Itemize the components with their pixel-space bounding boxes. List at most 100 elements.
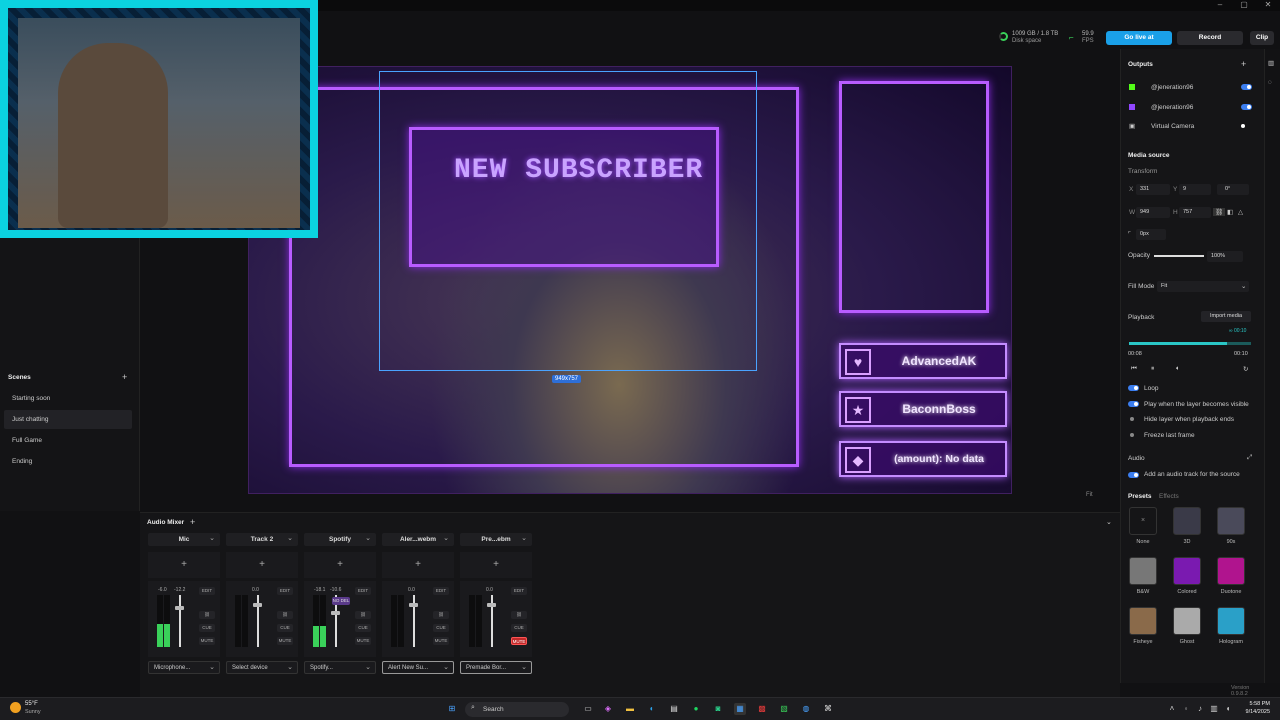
minimize-icon[interactable]: – [1208,0,1232,11]
add-filter-button[interactable]: + [304,552,376,578]
add-scene-button[interactable]: + [122,372,127,382]
loop-toggle[interactable] [1128,385,1139,391]
edit-button[interactable]: EDIT [199,587,215,595]
radius-field[interactable]: 0px [1136,229,1166,240]
presets-tab[interactable]: Presets [1128,493,1152,500]
scene-item[interactable]: Full Game [4,431,132,450]
cue-button[interactable]: CUE [511,624,527,632]
edge-icon[interactable]: ◐ [646,703,658,715]
import-media-button[interactable]: Import media [1201,311,1251,322]
scene-item[interactable]: Ending [4,452,132,471]
chevron-down-icon[interactable]: ⌄ [443,534,449,542]
chevron-down-icon[interactable]: ⌄ [287,534,293,542]
link-icon[interactable]: ⛓ [277,611,293,619]
app-icon[interactable]: ◙ [712,703,724,715]
camera-status-dot[interactable] [1241,124,1245,128]
add-filter-button[interactable]: + [148,552,220,578]
preset-thumbnail[interactable] [1129,607,1157,635]
output-toggle[interactable] [1241,84,1252,90]
app-icon-red[interactable]: ▩ [756,703,768,715]
height-field[interactable]: 757 [1179,207,1211,218]
volume-icon[interactable]: 🔈︎ [1176,365,1180,373]
edit-button[interactable]: EDIT [355,587,371,595]
panel-icon[interactable]: ▥ [1268,59,1274,67]
mute-button[interactable]: MUTE [199,637,215,645]
chevron-down-icon[interactable]: ⌄ [209,534,215,542]
pause-icon[interactable]: ⏸ [1151,365,1154,373]
chevron-down-icon[interactable]: ⌄ [365,534,371,542]
fit-dropdown[interactable]: Fit [1086,492,1093,498]
link-icon[interactable]: ⛓ [355,611,371,619]
cue-button[interactable]: CUE [355,624,371,632]
fill-mode-select[interactable]: Fit [1157,281,1249,292]
loop-icon[interactable]: ↻ [1243,365,1248,373]
selection-box[interactable] [379,71,757,371]
collapse-mixer-icon[interactable]: ⌄ [1106,518,1112,526]
fader-knob[interactable] [175,606,184,611]
start-icon[interactable]: ⊞ [446,703,458,715]
mute-button[interactable]: MUTE [277,637,293,645]
preset-thumbnail[interactable] [1173,507,1201,535]
preview-canvas[interactable]: NEW SUBSCRIBER ♥ AdvancedAK ★ BaconnBoss ◆… [248,66,1012,494]
play-visible-toggle[interactable] [1128,401,1139,407]
tray-chevron-icon[interactable]: ˄ [1166,703,1178,715]
link-icon[interactable]: ⛓ [199,611,215,619]
add-filter-button[interactable]: + [226,552,298,578]
playback-timeline[interactable] [1129,342,1251,345]
studio-icon[interactable]: ▦ [734,703,746,715]
fader-knob[interactable] [487,602,496,607]
rotation-field[interactable]: 0° [1217,184,1249,195]
opacity-slider[interactable] [1154,255,1204,257]
app-icon-misc[interactable]: ⌘ [822,703,834,715]
freeze-toggle[interactable] [1130,433,1134,437]
expand-icon[interactable]: ⤢ [1247,454,1252,462]
cue-button[interactable]: CUE [433,624,449,632]
edit-button[interactable]: EDIT [511,587,527,595]
maximize-icon[interactable]: ▢ [1232,0,1256,11]
chevron-down-icon[interactable]: ⌄ [521,534,527,542]
edit-button[interactable]: EDIT [433,587,449,595]
speaker-icon[interactable]: ◖ [1222,703,1234,715]
preset-thumbnail[interactable] [1217,607,1245,635]
add-output-button[interactable]: + [1241,59,1246,69]
fader-knob[interactable] [253,602,262,607]
mute-button[interactable]: MUTE [355,637,371,645]
opacity-field[interactable]: 100% [1207,251,1243,262]
width-field[interactable]: 949 [1136,207,1170,218]
task-view-icon[interactable]: ▭ [582,703,594,715]
preset-thumbnail[interactable]: × [1129,507,1157,535]
cue-button[interactable]: CUE [277,624,293,632]
scene-item-active[interactable]: Just chatting [4,410,132,429]
volume-fader[interactable] [179,595,181,647]
skip-back-icon[interactable]: ⏮ [1131,365,1137,373]
preset-thumbnail[interactable] [1173,607,1201,635]
fader-knob[interactable] [409,602,418,607]
close-icon[interactable]: ✕ [1256,0,1280,11]
link-icon[interactable]: ⛓ [433,611,449,619]
chat-icon[interactable]: ◌ [1268,79,1272,86]
go-live-button[interactable]: Go live at [1106,31,1172,45]
mic-icon[interactable]: ♪ [1194,703,1206,715]
link-icon[interactable]: ⛓ [1213,208,1226,216]
mute-button[interactable]: MUTE [511,637,527,645]
preset-thumbnail[interactable] [1173,557,1201,585]
effects-tab[interactable]: Effects [1159,493,1179,500]
network-icon[interactable]: ▥ [1208,703,1220,715]
search-box[interactable]: ⌕ Search [465,702,569,717]
preset-thumbnail[interactable] [1217,507,1245,535]
link-icon[interactable]: ⛓ [511,611,527,619]
copilot-icon[interactable]: ◈ [602,703,614,715]
steam-icon[interactable]: ◍ [800,703,812,715]
x-field[interactable]: 331 [1136,184,1170,195]
y-field[interactable]: 9 [1179,184,1211,195]
edit-button[interactable]: EDIT [277,587,293,595]
scene-item[interactable]: Starting soon [4,389,132,408]
add-track-button[interactable]: + [190,517,195,527]
clip-button[interactable]: Clip [1250,31,1274,45]
folder-icon[interactable]: ▬ [624,703,636,715]
output-toggle[interactable] [1241,104,1252,110]
cue-button[interactable]: CUE [199,624,215,632]
add-filter-button[interactable]: + [460,552,532,578]
hide-end-toggle[interactable] [1130,417,1134,421]
add-filter-button[interactable]: + [382,552,454,578]
